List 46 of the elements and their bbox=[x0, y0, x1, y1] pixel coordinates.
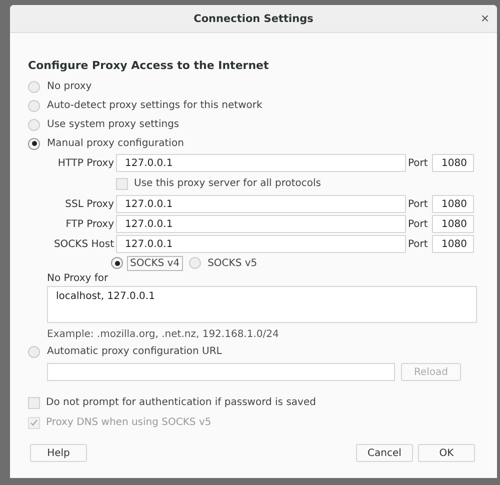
proxy-field[interactable]: 127.0.0.1 bbox=[116, 215, 406, 233]
no-proxy-field[interactable]: localhost, 127.0.0.1 bbox=[47, 286, 477, 323]
checkbox[interactable] bbox=[116, 178, 128, 190]
port-label: Port bbox=[408, 238, 429, 250]
radio-button[interactable] bbox=[28, 118, 40, 130]
port-field[interactable]: 1080 bbox=[432, 235, 474, 253]
window-title: Connection Settings bbox=[194, 12, 314, 24]
radio-button[interactable] bbox=[28, 80, 40, 92]
radio-label: Auto-detect proxy settings for this network bbox=[47, 100, 262, 111]
radio-button[interactable] bbox=[28, 346, 40, 358]
hint-text: Example: .mozilla.org, .net.nz, 192.168.1.0/24 bbox=[47, 329, 280, 340]
proxy-field[interactable]: 127.0.0.1 bbox=[116, 235, 406, 253]
checkbox-label: Proxy DNS when using SOCKS v5 bbox=[46, 417, 212, 428]
radio-label: Manual proxy configuration bbox=[47, 138, 184, 149]
checkbox-label: Do not prompt for authentication if password is saved bbox=[46, 397, 316, 408]
close-button[interactable]: × bbox=[476, 11, 493, 25]
proxy-field[interactable]: 127.0.0.1 bbox=[116, 154, 406, 172]
port-label: Port bbox=[408, 198, 429, 210]
proxy-label: SSL Proxy bbox=[64, 198, 114, 210]
proxy-label: SOCKS Host bbox=[52, 238, 114, 250]
url-field[interactable] bbox=[47, 363, 395, 381]
proxy-field[interactable]: 127.0.0.1 bbox=[116, 195, 406, 213]
radio-label: No proxy bbox=[47, 81, 92, 92]
port-field[interactable]: 1080 bbox=[432, 195, 474, 213]
port-label: Port bbox=[408, 158, 429, 168]
proxy-label: FTP Proxy bbox=[64, 218, 114, 230]
radio-button[interactable] bbox=[188, 257, 201, 269]
port-label: Port bbox=[408, 218, 429, 230]
port-field[interactable]: 1080 bbox=[432, 154, 474, 172]
port-field[interactable]: 1080 bbox=[432, 215, 474, 233]
checkbox-label: Use this proxy server for all protocols bbox=[134, 178, 321, 189]
radio-button[interactable] bbox=[111, 257, 123, 269]
field-label: No Proxy for bbox=[47, 273, 110, 284]
help-button[interactable]: Help bbox=[30, 444, 87, 462]
cancel-button[interactable]: Cancel bbox=[356, 444, 413, 462]
radio-label: SOCKS v5 bbox=[206, 256, 258, 270]
radio-label: Use system proxy settings bbox=[47, 119, 180, 130]
radio-label: Automatic proxy configuration URL bbox=[47, 346, 222, 357]
section-heading: Configure Proxy Access to the Internet bbox=[28, 59, 270, 72]
check-icon bbox=[30, 418, 38, 426]
radio-button[interactable] bbox=[28, 138, 40, 150]
radio-button[interactable] bbox=[28, 100, 40, 112]
ok-button[interactable]: OK bbox=[418, 444, 475, 462]
proxy-label: HTTP Proxy bbox=[56, 158, 114, 168]
checkbox[interactable] bbox=[28, 396, 40, 408]
radio-label: SOCKS v4 bbox=[127, 256, 183, 270]
